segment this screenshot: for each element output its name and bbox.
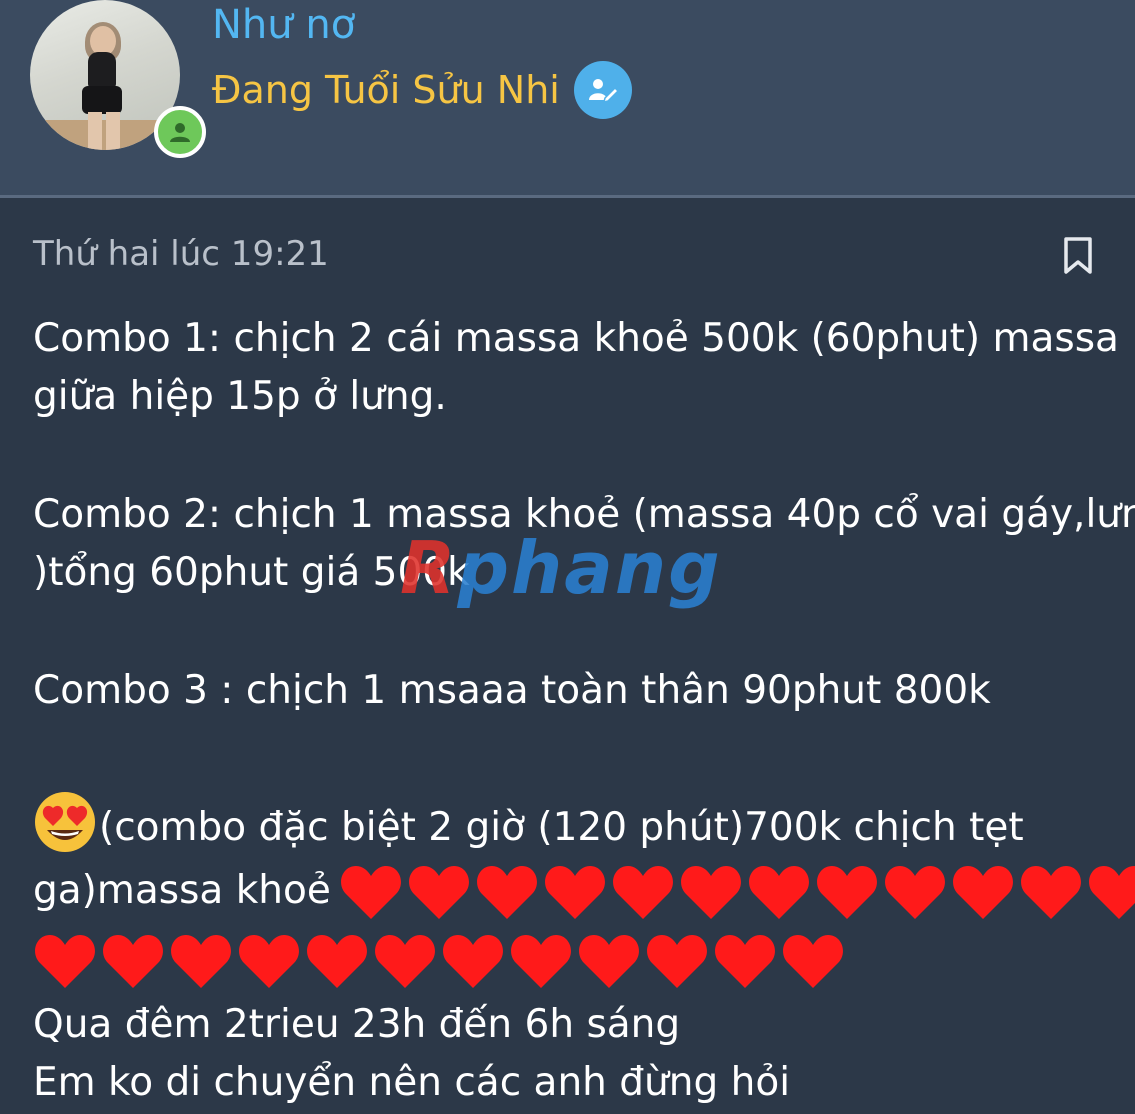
post-line: ga)massa khoẻ [33, 868, 331, 913]
post-line: (combo đặc biệt 2 giờ (120 phút)700k chị… [33, 790, 1135, 856]
heart-icon [544, 865, 605, 919]
heart-icon [783, 935, 843, 988]
post-line-hearts: ga)massa khoẻ [33, 856, 1135, 926]
heart-icon [748, 865, 809, 919]
watermark-part1: R [400, 526, 458, 610]
edit-pencil-icon[interactable] [573, 61, 632, 119]
post-timestamp: Thứ hai lúc 19:21 [33, 234, 329, 274]
heart-icon [340, 865, 401, 919]
avatar[interactable] [30, 0, 206, 158]
profile-status: Đang Tuổi Sửu Nhi [212, 68, 560, 112]
heart-icon [171, 935, 231, 988]
heart-icon [239, 935, 299, 988]
heart-icon [1020, 865, 1081, 919]
bookmark-icon[interactable] [1062, 236, 1094, 280]
heart-icon [579, 935, 639, 988]
heart-icon [476, 865, 537, 919]
heart-icon [408, 865, 469, 919]
heart-icon [307, 935, 367, 988]
hearts-row [33, 926, 1135, 996]
person-icon [154, 106, 206, 158]
heart-icon [952, 865, 1013, 919]
heart-icon [35, 935, 95, 988]
post-line: giữa hiệp 15p ở lưng. [33, 374, 447, 419]
heart-icon [884, 865, 945, 919]
heart-icon [680, 865, 741, 919]
profile-name[interactable]: Như nơ [212, 2, 355, 48]
heart-icon [1088, 865, 1135, 919]
post-line: Em ko di chuyển nên các anh đừng hỏi [33, 1060, 791, 1105]
heart-icon [511, 935, 571, 988]
heart-icon [816, 865, 877, 919]
post-line: Combo 1: chịch 2 cái massa khoẻ 500k (60… [33, 316, 1119, 361]
post-line: Combo 3 : chịch 1 msaaa toàn thân 90phut… [33, 668, 991, 713]
watermark: Rphang [400, 526, 722, 610]
post-body: Combo 1: chịch 2 cái massa khoẻ 500k (60… [33, 310, 1135, 1112]
heart-icon [443, 935, 503, 988]
watermark-part2: phang [457, 526, 722, 610]
hearts-row [339, 861, 1135, 921]
heart-icon [103, 935, 163, 988]
heart-icon [715, 935, 775, 988]
heart-icon [375, 935, 435, 988]
post-line: Qua đêm 2trieu 23h đến 6h sáng [33, 1002, 681, 1047]
heart-eyes-emoji-icon [35, 792, 95, 852]
heart-icon [612, 865, 673, 919]
post-line: (combo đặc biệt 2 giờ (120 phút)700k chị… [99, 805, 1024, 850]
heart-icon [647, 935, 707, 988]
profile-header: Như nơ Đang Tuổi Sửu Nhi [0, 0, 1135, 198]
profile-status-row: Đang Tuổi Sửu Nhi [212, 60, 632, 120]
